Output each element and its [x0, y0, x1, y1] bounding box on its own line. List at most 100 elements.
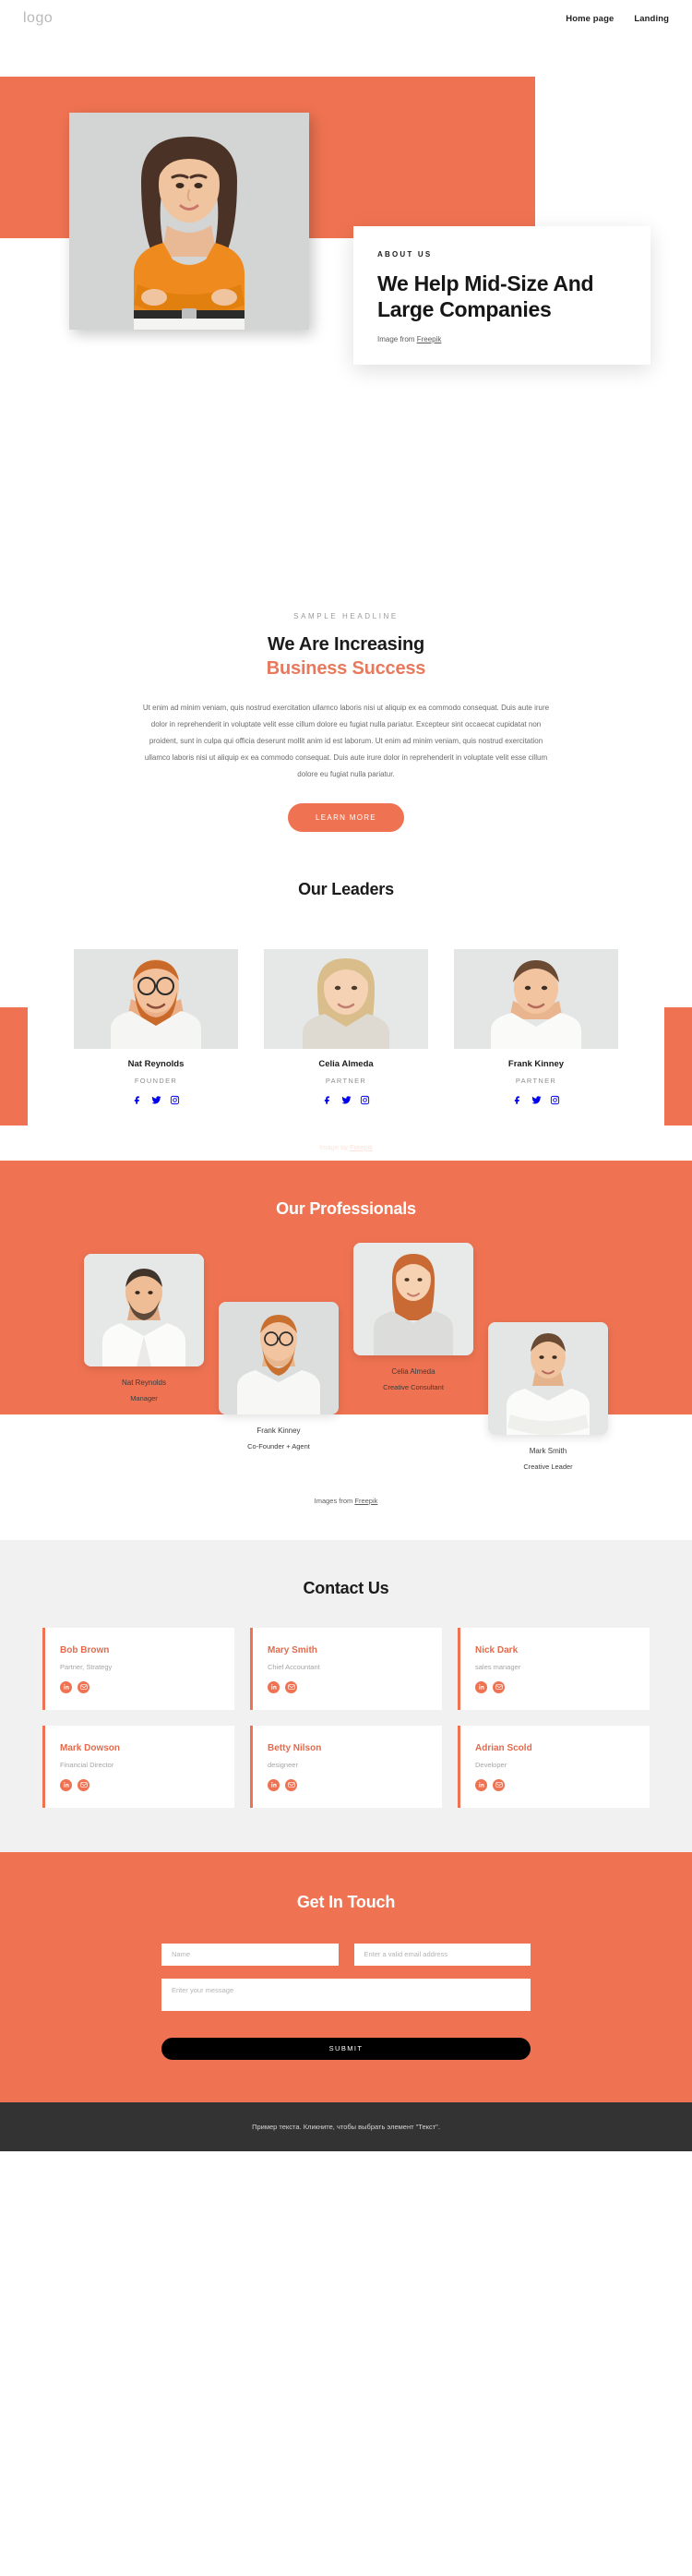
- facebook-icon[interactable]: [133, 1095, 143, 1105]
- twitter-icon[interactable]: [531, 1095, 542, 1105]
- professional-card[interactable]: Celia Almeda Creative Consultant: [353, 1242, 473, 1391]
- form-row-top: [161, 1943, 531, 1966]
- email-icon[interactable]: [493, 1680, 505, 1693]
- contact-title: Contact Us: [303, 1578, 389, 1597]
- leader-card[interactable]: Nat Reynolds FOUNDER: [74, 948, 238, 1105]
- leaders-title: Our Leaders: [298, 879, 394, 898]
- professionals-credit-prefix: Images from: [314, 1496, 355, 1505]
- linkedin-icon[interactable]: [60, 1778, 72, 1791]
- contact-name: Adrian Scold: [475, 1742, 532, 1753]
- professional-name: Celia Almeda: [391, 1366, 435, 1376]
- contact-role: Developer: [475, 1760, 507, 1769]
- leaders-credit-link[interactable]: Freepik: [350, 1143, 373, 1151]
- leader-name: Frank Kinney: [507, 1058, 565, 1069]
- professionals-credit-link[interactable]: Freepik: [354, 1497, 377, 1505]
- hero-eyebrow: ABOUT US: [377, 250, 433, 259]
- professionals-image-credit: Images from Freepik: [0, 1497, 692, 1540]
- message-textarea[interactable]: [161, 1978, 531, 2011]
- professionals-section: Our Professionals Nat Reynolds Manager F…: [0, 1160, 692, 1540]
- get-in-touch-section: Get In Touch SUBMIT: [0, 1851, 692, 2102]
- professional-role: Manager: [130, 1393, 158, 1402]
- sample-paragraph: Ut enim ad minim veniam, quis nostrud ex…: [142, 703, 550, 778]
- learn-more-button[interactable]: LEARN MORE: [288, 802, 404, 832]
- contact-socials: [268, 1778, 442, 1791]
- submit-button[interactable]: SUBMIT: [161, 2037, 531, 2060]
- hero-credit-link[interactable]: Freepik: [417, 335, 442, 343]
- linkedin-icon[interactable]: [60, 1680, 72, 1693]
- contact-card[interactable]: Nick Dark sales manager: [458, 1627, 650, 1710]
- contact-card[interactable]: Mary Smith Chief Accountant: [250, 1627, 442, 1710]
- sample-title-line2: Business Success: [266, 658, 426, 680]
- linkedin-icon[interactable]: [268, 1680, 280, 1693]
- professional-name: Nat Reynolds: [121, 1378, 167, 1387]
- contact-role: Chief Accountant: [268, 1662, 320, 1671]
- contact-card[interactable]: Betty Nilson designeer: [250, 1725, 442, 1808]
- facebook-icon[interactable]: [323, 1095, 333, 1105]
- contact-card[interactable]: Mark Dowson Financial Director: [42, 1725, 234, 1808]
- email-icon[interactable]: [493, 1778, 505, 1791]
- professional-photo: [353, 1242, 473, 1355]
- email-icon[interactable]: [78, 1680, 89, 1693]
- professional-name: Frank Kinney: [257, 1426, 301, 1435]
- hero-credit-prefix: Image from: [377, 335, 417, 344]
- contact-socials: [60, 1680, 234, 1693]
- professionals-row: Nat Reynolds Manager Frank Kinney Co-Fou…: [0, 1242, 692, 1471]
- leader-socials: [454, 1095, 618, 1105]
- instagram-icon[interactable]: [170, 1095, 180, 1105]
- instagram-icon[interactable]: [360, 1095, 370, 1105]
- leaders-row: Nat Reynolds FOUNDER Celia Almeda PARTNE…: [28, 948, 664, 1105]
- form-title: Get In Touch: [296, 1892, 396, 1911]
- twitter-icon[interactable]: [340, 1095, 352, 1105]
- leader-photo: [264, 948, 428, 1049]
- contact-name: Mary Smith: [268, 1644, 317, 1655]
- professional-photo: [488, 1321, 608, 1435]
- contact-socials: [475, 1680, 650, 1693]
- facebook-icon[interactable]: [513, 1095, 523, 1105]
- contact-card[interactable]: Adrian Scold Developer: [458, 1725, 650, 1808]
- nav-item-landing[interactable]: Landing: [634, 14, 669, 24]
- linkedin-icon[interactable]: [268, 1778, 280, 1791]
- contact-socials: [60, 1778, 234, 1791]
- professional-card[interactable]: Nat Reynolds Manager: [84, 1253, 204, 1402]
- contact-name: Mark Dowson: [60, 1742, 121, 1753]
- site-header: logo Home page Landing: [0, 0, 692, 37]
- sample-headline-section: SAMPLE HEADLINE We Are Increasing Busine…: [0, 568, 692, 832]
- email-icon[interactable]: [285, 1778, 297, 1791]
- logo[interactable]: logo: [23, 10, 53, 27]
- footer-text: Пример текста. Кликните, чтобы выбрать э…: [252, 2122, 440, 2131]
- professionals-title: Our Professionals: [276, 1198, 416, 1218]
- nav-item-home-page[interactable]: Home page: [566, 14, 614, 24]
- hero-image-credit: Image from Freepik: [377, 335, 628, 343]
- leader-role: PARTNER: [325, 1076, 367, 1085]
- leader-photo: [454, 948, 618, 1049]
- landing-page: logo Home page Landing ABOUT US We Help …: [0, 0, 692, 2151]
- hero-title: We Help Mid-Size And Large Companies: [377, 271, 594, 322]
- contact-card[interactable]: Bob Brown Partner, Strategy: [42, 1627, 234, 1710]
- professional-card[interactable]: Mark Smith Creative Leader: [488, 1321, 608, 1471]
- leader-socials: [74, 1095, 238, 1105]
- contact-role: sales manager: [475, 1662, 521, 1671]
- email-icon[interactable]: [78, 1778, 89, 1791]
- contact-name: Betty Nilson: [268, 1742, 322, 1753]
- email-icon[interactable]: [285, 1680, 297, 1693]
- email-input[interactable]: [353, 1943, 531, 1966]
- leader-role: PARTNER: [515, 1076, 557, 1085]
- contact-grid: Bob Brown Partner, Strategy Mary Smith C…: [42, 1627, 650, 1808]
- twitter-icon[interactable]: [150, 1095, 161, 1105]
- leader-card[interactable]: Celia Almeda PARTNER: [264, 948, 428, 1105]
- leader-card[interactable]: Frank Kinney PARTNER: [454, 948, 618, 1105]
- linkedin-icon[interactable]: [475, 1778, 487, 1791]
- name-input[interactable]: [161, 1943, 339, 1966]
- linkedin-icon[interactable]: [475, 1680, 487, 1693]
- contact-name: Nick Dark: [475, 1644, 519, 1655]
- site-footer: Пример текста. Кликните, чтобы выбрать э…: [0, 2101, 692, 2151]
- contact-name: Bob Brown: [60, 1644, 110, 1655]
- leaders-image-credit: Image by Freepik: [0, 1143, 692, 1151]
- professional-card[interactable]: Frank Kinney Co-Founder + Agent: [219, 1301, 339, 1451]
- professional-name: Mark Smith: [529, 1446, 567, 1455]
- contact-socials: [268, 1680, 442, 1693]
- leaders-section: Our Leaders Nat Reynolds FOUNDER Celia A…: [0, 880, 692, 1161]
- contact-role: Financial Director: [60, 1760, 114, 1769]
- leader-socials: [264, 1095, 428, 1105]
- instagram-icon[interactable]: [550, 1095, 560, 1105]
